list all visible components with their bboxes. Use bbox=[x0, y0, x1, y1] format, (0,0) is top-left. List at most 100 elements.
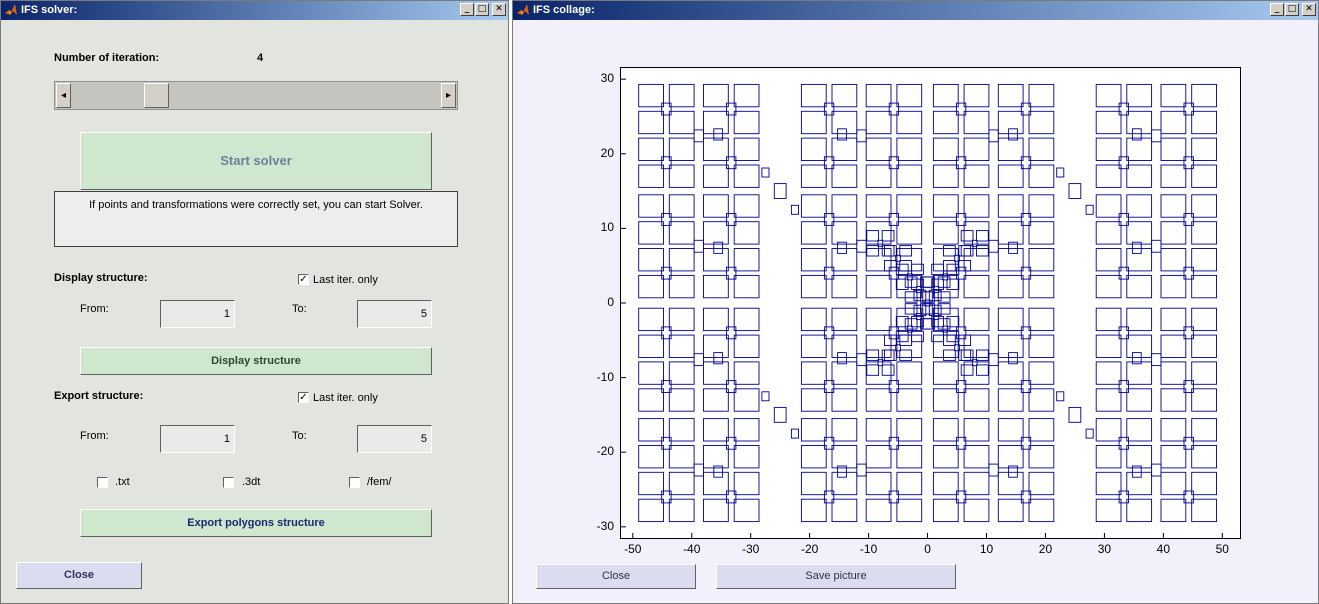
polygon bbox=[1191, 445, 1217, 469]
polygon bbox=[1126, 361, 1153, 385]
polygon bbox=[1095, 83, 1122, 108]
display-last-iter-checkbox[interactable]: ✓ bbox=[298, 274, 309, 285]
polygon bbox=[1126, 274, 1153, 299]
polygon bbox=[865, 307, 892, 332]
export-structure-heading: Export structure: bbox=[54, 390, 144, 402]
iteration-slider[interactable]: ◂ ▸ bbox=[54, 81, 458, 110]
polygon bbox=[932, 388, 959, 412]
polygon bbox=[1095, 445, 1122, 469]
polygon bbox=[800, 471, 827, 496]
polygon bbox=[1068, 183, 1082, 199]
export-from-input[interactable]: 1 bbox=[160, 425, 235, 453]
minimize-button[interactable]: _ bbox=[1270, 3, 1284, 16]
solver-titlebar[interactable]: IFS solver: _ □ ✕ bbox=[1, 1, 508, 20]
polygon bbox=[733, 307, 760, 332]
polygon bbox=[733, 445, 760, 469]
polygon bbox=[960, 230, 974, 242]
display-to-input[interactable]: 5 bbox=[357, 300, 432, 328]
polygon bbox=[1028, 445, 1055, 469]
polygon bbox=[946, 263, 960, 276]
polygon bbox=[831, 221, 858, 245]
collage-title: IFS collage: bbox=[533, 4, 595, 16]
polygon bbox=[703, 221, 729, 245]
x-tick-label: 40 bbox=[1156, 542, 1171, 556]
maximize-button[interactable]: □ bbox=[1285, 3, 1299, 16]
export-to-input[interactable]: 5 bbox=[357, 425, 432, 453]
display-structure-button[interactable]: Display structure bbox=[80, 347, 432, 375]
maximize-button[interactable]: □ bbox=[475, 3, 489, 16]
minimize-button[interactable]: _ bbox=[460, 3, 474, 16]
polygon bbox=[668, 445, 695, 469]
polygon bbox=[800, 274, 827, 299]
polygon bbox=[865, 471, 892, 496]
txt-checkbox[interactable] bbox=[97, 477, 108, 488]
fem-checkbox[interactable] bbox=[349, 477, 360, 488]
polygon bbox=[884, 245, 897, 257]
solver-close-button[interactable]: Close bbox=[16, 562, 142, 589]
x-tick-label: 30 bbox=[1097, 542, 1112, 556]
polygon bbox=[1095, 498, 1122, 523]
close-window-button[interactable]: ✕ bbox=[1302, 3, 1316, 16]
polygon bbox=[1126, 110, 1153, 135]
polygon bbox=[1028, 471, 1055, 496]
slider-right-arrow[interactable]: ▸ bbox=[441, 83, 456, 108]
polygon bbox=[1160, 274, 1187, 299]
polygon bbox=[1028, 137, 1055, 161]
polygon bbox=[976, 245, 989, 257]
collage-titlebar[interactable]: IFS collage: _ □ ✕ bbox=[513, 1, 1318, 20]
polygon bbox=[703, 445, 729, 469]
polygon bbox=[963, 83, 990, 108]
polygon bbox=[703, 361, 729, 385]
polygon bbox=[773, 183, 787, 199]
polygon bbox=[1191, 498, 1217, 523]
polygon bbox=[997, 334, 1024, 358]
polygon bbox=[668, 137, 695, 161]
save-picture-button[interactable]: Save picture bbox=[716, 564, 956, 589]
slider-left-arrow[interactable]: ◂ bbox=[56, 83, 71, 108]
polygon bbox=[800, 194, 827, 218]
polygon bbox=[800, 498, 827, 523]
polygon bbox=[896, 445, 923, 469]
polygon bbox=[1160, 418, 1187, 442]
polygon bbox=[1160, 248, 1187, 272]
polygon bbox=[1160, 221, 1187, 245]
polygon bbox=[733, 471, 760, 496]
polygon bbox=[1160, 334, 1187, 358]
polygon bbox=[856, 129, 867, 143]
polygon bbox=[831, 361, 858, 385]
polygon bbox=[963, 137, 990, 161]
polygon bbox=[937, 318, 951, 330]
polygon bbox=[895, 330, 909, 343]
polygon bbox=[1095, 137, 1122, 161]
3dt-label: .3dt bbox=[242, 476, 261, 488]
polygon bbox=[1160, 137, 1187, 161]
start-solver-button[interactable]: Start solver bbox=[80, 132, 432, 190]
export-polygons-button[interactable]: Export polygons structure bbox=[80, 509, 432, 537]
export-last-iter-checkbox[interactable]: ✓ bbox=[298, 392, 309, 403]
polygon bbox=[884, 260, 897, 272]
polygon bbox=[997, 388, 1024, 412]
close-window-button[interactable]: ✕ bbox=[492, 3, 506, 16]
polygon bbox=[703, 137, 729, 161]
polygon bbox=[884, 334, 897, 346]
polygon bbox=[1028, 307, 1055, 332]
polygon bbox=[895, 315, 909, 328]
ifs-solver-window: IFS solver: _ □ ✕ Number of iteration: 4… bbox=[0, 0, 509, 604]
polygon bbox=[1126, 334, 1153, 358]
y-tick-label: -20 bbox=[596, 444, 614, 459]
display-from-input[interactable]: 1 bbox=[160, 300, 235, 328]
polygon bbox=[896, 471, 923, 496]
iteration-value: 4 bbox=[257, 52, 264, 64]
polygon bbox=[997, 248, 1024, 272]
3dt-checkbox[interactable] bbox=[223, 477, 234, 488]
polygon bbox=[899, 334, 913, 346]
slider-thumb[interactable] bbox=[144, 83, 169, 108]
collage-close-button[interactable]: Close bbox=[536, 564, 696, 589]
polygon bbox=[831, 334, 858, 358]
polygon bbox=[1028, 83, 1055, 108]
polygon bbox=[960, 245, 974, 257]
display-from-label: From: bbox=[80, 303, 109, 315]
solver-title: IFS solver: bbox=[21, 4, 78, 16]
polygon bbox=[958, 260, 972, 272]
polygon bbox=[831, 83, 858, 108]
